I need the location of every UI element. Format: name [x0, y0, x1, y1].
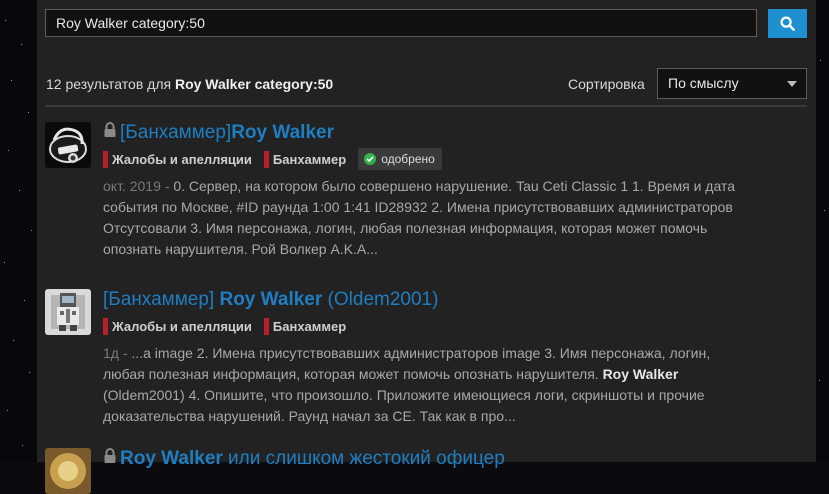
result-title-link[interactable]: [Банхаммер]Roy Walker [103, 122, 334, 144]
result-snippet-text: 0. Сервер, на котором было совершено нар… [103, 178, 735, 257]
divider [45, 105, 807, 107]
result-date: 1д [103, 345, 119, 361]
avatar[interactable] [45, 122, 91, 168]
lock-icon [103, 122, 117, 144]
results-count-prefix: 12 результатов для [46, 76, 172, 92]
check-icon [364, 153, 377, 165]
result-tags: Жалобы и апелляции Банхаммер одобрено [103, 148, 442, 170]
category-tag[interactable]: Жалобы и апелляции [103, 317, 252, 335]
result-title-link[interactable]: [Банхаммер] Roy Walker (Oldem2001) [103, 289, 438, 311]
lock-icon [103, 448, 117, 470]
results-query: Roy Walker category:50 [174, 76, 334, 92]
result-date: окт. 2019 [103, 178, 161, 194]
results-count: 12 результатов для Roy Walker category:5… [46, 76, 333, 92]
sort-label: Сортировка [568, 76, 645, 92]
result-snippet: 1д - ...a image 2. Имена присутствовавши… [103, 345, 711, 424]
category-tag[interactable]: Банхаммер [263, 317, 346, 335]
category-tag[interactable]: Жалобы и апелляции [103, 150, 252, 168]
result-title-name: Roy Walker [231, 122, 334, 144]
starfield-background-right [816, 0, 829, 462]
result-title-name: Roy Walker [219, 289, 323, 310]
result-title-suffix: или слишком жестокий офицер [222, 448, 505, 470]
avatar[interactable] [45, 448, 91, 494]
category-tag[interactable]: Банхаммер [263, 150, 346, 168]
search-button[interactable] [768, 9, 807, 38]
search-icon [780, 16, 795, 31]
search-input[interactable]: Roy Walker category:50 [45, 9, 757, 37]
chevron-down-icon [787, 81, 797, 87]
result-title-name: Roy Walker [120, 448, 223, 470]
search-results-panel: Roy Walker category:50 12 результатов дл… [37, 0, 816, 494]
result-title-link[interactable]: Roy Walker или слишком жестокий офицер [103, 448, 505, 470]
result-snippet: окт. 2019 - 0. Сервер, на котором было с… [103, 178, 735, 257]
result-title-prefix: [Банхаммер] [103, 289, 220, 310]
avatar[interactable] [45, 289, 91, 335]
sort-select-value: По смыслу [668, 75, 739, 91]
result-title-prefix: [Банхаммер] [120, 122, 232, 144]
sort-select[interactable]: По смыслу [657, 68, 807, 99]
status-badge: одобрено [358, 148, 442, 170]
result-title-suffix: (Oldem2001) [322, 289, 439, 310]
snippet-highlight: Roy Walker [602, 366, 679, 382]
result-tags: Жалобы и апелляции Банхаммер [103, 316, 358, 336]
starfield-background-left [0, 0, 37, 462]
